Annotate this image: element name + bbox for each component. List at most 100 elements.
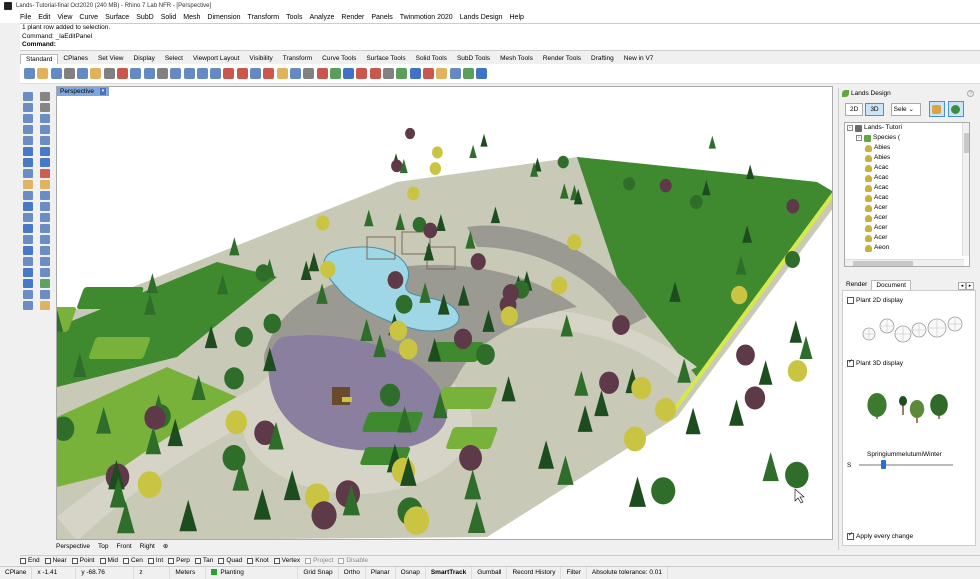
filter-toggle[interactable]: Filter (561, 567, 587, 579)
toolbar-tool-icon[interactable] (90, 68, 102, 79)
sidebar-tool-icon[interactable] (23, 92, 33, 101)
viewport-tab-front[interactable]: Front (116, 543, 131, 550)
toolbar-tool-icon[interactable] (343, 68, 355, 79)
menu-surface[interactable]: Surface (105, 14, 129, 21)
osnap-tan[interactable]: Tan (194, 557, 213, 564)
viewport-menu-arrow-icon[interactable]: ▾ (99, 88, 106, 95)
toolbar-tool-icon[interactable] (263, 68, 275, 79)
tab-visibility[interactable]: Visibility (244, 54, 277, 64)
species-tree[interactable]: - Lands- Tutori - Species (Abies Abies Acac Ac… (844, 122, 970, 267)
tree-node-plant[interactable]: Acac (845, 193, 969, 203)
menu-render[interactable]: Render (341, 14, 364, 21)
tree-horizontal-scrollbar[interactable] (845, 259, 964, 266)
menu-panels[interactable]: Panels (371, 14, 392, 21)
grid-snap-toggle[interactable]: Grid Snap (298, 567, 339, 579)
osnap-quad[interactable]: Quad (218, 557, 242, 564)
sidebar-tool-icon[interactable] (23, 158, 33, 167)
tree-node-plant[interactable]: Acac (845, 163, 969, 173)
plant-tool-button[interactable] (928, 101, 945, 117)
sidebar-tool-icon[interactable] (40, 224, 50, 233)
osnap-end[interactable]: End (20, 557, 40, 564)
tree-node-plant[interactable]: Acer (845, 223, 969, 233)
panel-tab-document[interactable]: Document (871, 280, 911, 290)
tab-new-in-v7[interactable]: New in V7 (619, 54, 659, 64)
osnap-perp[interactable]: Perp (168, 557, 190, 564)
tab-viewport-layout[interactable]: Viewport Layout (188, 54, 245, 64)
smarttrack-toggle[interactable]: SmartTrack (426, 567, 473, 579)
tree-node-species[interactable]: - Species ( (845, 133, 969, 143)
planar-toggle[interactable]: Planar (366, 567, 396, 579)
season-slider[interactable]: S (847, 460, 971, 470)
tree-node-plant[interactable]: Acac (845, 173, 969, 183)
sidebar-tool-icon[interactable] (40, 257, 50, 266)
plant-2d-checkbox[interactable] (847, 296, 854, 304)
toolbar-tool-icon[interactable] (117, 68, 129, 79)
sidebar-tool-icon[interactable] (23, 290, 33, 299)
osnap-checkbox[interactable] (168, 557, 175, 564)
tab-set-view[interactable]: Set View (93, 54, 129, 64)
toolbar-tool-icon[interactable] (436, 68, 448, 79)
toolbar-tool-icon[interactable] (356, 68, 368, 79)
toolbar-tool-icon[interactable] (210, 68, 222, 79)
plant-2d-display-option[interactable]: Plant 2D display (847, 295, 971, 305)
plant-3d-display-option[interactable]: Plant 3D display (847, 358, 971, 368)
season-slider-track[interactable] (859, 460, 953, 469)
menu-dimension[interactable]: Dimension (207, 14, 240, 21)
menu-edit[interactable]: Edit (38, 14, 50, 21)
sidebar-tool-icon[interactable] (23, 180, 33, 189)
toolbar-tool-icon[interactable] (130, 68, 142, 79)
tab-subd-tools[interactable]: SubD Tools (452, 54, 495, 64)
osnap-checkbox[interactable] (99, 557, 106, 564)
sidebar-tool-icon[interactable] (23, 213, 33, 222)
sidebar-tool-icon[interactable] (40, 246, 50, 255)
toolbar-tool-icon[interactable] (303, 68, 315, 79)
tab-standard[interactable]: Standard (20, 54, 59, 64)
sidebar-tool-icon[interactable] (23, 268, 33, 277)
toolbar-tool-icon[interactable] (223, 68, 235, 79)
toolbar-tool-icon[interactable] (236, 68, 248, 79)
tree-node-plant[interactable]: Acac (845, 183, 969, 193)
selection-dropdown[interactable]: Sele ⌄ (890, 102, 921, 116)
tab-display[interactable]: Display (129, 54, 160, 64)
units-indicator[interactable]: Meters (170, 567, 207, 579)
tree-collapse-icon[interactable]: - (856, 135, 862, 141)
tab-cplanes[interactable]: CPlanes (58, 54, 93, 64)
panel-tab-render[interactable]: Render (842, 280, 871, 290)
osnap-checkbox[interactable] (20, 557, 26, 564)
tree-node-plant[interactable]: Abies (845, 153, 969, 163)
toolbar-tool-icon[interactable] (329, 68, 341, 79)
tree-horizontal-scroll-thumb[interactable] (853, 261, 913, 266)
viewport-tab-perspective[interactable]: Perspective (56, 543, 90, 550)
osnap-checkbox[interactable] (247, 557, 254, 564)
sidebar-tool-icon[interactable] (40, 202, 50, 211)
menu-help[interactable]: Help (510, 14, 524, 21)
osnap-mid[interactable]: Mid (99, 557, 118, 564)
menu-tools[interactable]: Tools (286, 14, 302, 21)
sidebar-tool-icon[interactable] (40, 169, 50, 178)
osnap-vertex[interactable]: Vertex (273, 557, 300, 564)
view-3d-button[interactable]: 3D (865, 102, 884, 116)
tab-render-tools[interactable]: Render Tools (538, 54, 586, 64)
sidebar-tool-icon[interactable] (40, 268, 50, 277)
sidebar-tool-icon[interactable] (23, 147, 33, 156)
tree-node-plant[interactable]: Abies (845, 143, 969, 153)
sidebar-tool-icon[interactable] (23, 301, 33, 310)
toolbar-tool-icon[interactable] (383, 68, 395, 79)
sidebar-tool-icon[interactable] (23, 202, 33, 211)
sidebar-tool-icon[interactable] (40, 191, 50, 200)
tree-node-plant[interactable]: Aeon (845, 243, 969, 253)
osnap-checkbox[interactable] (44, 557, 51, 564)
plant-3d-checkbox[interactable] (847, 358, 854, 367)
osnap-int[interactable]: Int (147, 557, 163, 564)
menu-twinmotion-2020[interactable]: Twinmotion 2020 (400, 14, 453, 21)
tab-transform[interactable]: Transform (278, 54, 317, 64)
menu-solid[interactable]: Solid (161, 14, 177, 21)
toolbar-tool-icon[interactable] (409, 68, 421, 79)
tab-surface-tools[interactable]: Surface Tools (361, 54, 410, 64)
toolbar-tool-icon[interactable] (63, 68, 75, 79)
season-slider-thumb[interactable] (880, 460, 886, 469)
sidebar-tool-icon[interactable] (23, 257, 33, 266)
menu-view[interactable]: View (57, 14, 72, 21)
osnap-checkbox[interactable] (273, 557, 280, 564)
toolbar-tool-icon[interactable] (369, 68, 381, 79)
